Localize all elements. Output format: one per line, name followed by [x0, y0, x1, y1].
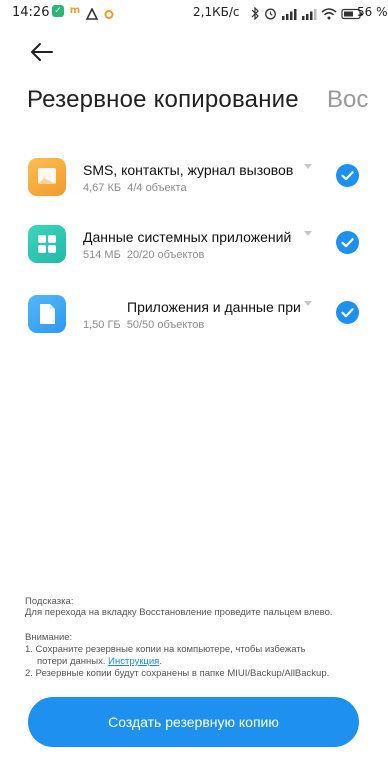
chevron-down-icon[interactable] — [304, 301, 312, 306]
tab-restore[interactable]: Вос — [327, 86, 368, 114]
status-time: 14:26 — [12, 5, 50, 20]
shield-app-icon: ✓ — [52, 5, 64, 17]
backup-item-sms[interactable]: SMS, контакты, журнал вызовов 4,67 КБ 4/… — [0, 158, 388, 218]
tab-strip: Резервное копирование Вос — [0, 82, 388, 122]
item-title: Приложения и данные при — [127, 299, 301, 315]
warning-text: потери данных. — [37, 656, 106, 667]
item-subtitle: 514 МБ 20/20 объектов — [83, 249, 204, 261]
item-subtitle: 1,50 ГБ 50/50 объектов — [83, 319, 204, 331]
item-title: SMS, контакты, журнал вызовов — [83, 162, 294, 178]
battery-percent-value: 56 — [357, 5, 373, 19]
message-icon — [28, 158, 66, 196]
backup-item-system-apps[interactable]: Данные системных приложений 514 МБ 20/20… — [0, 225, 388, 285]
warning-line-1: 1. Сохраните резервные копии на компьюте… — [25, 644, 306, 655]
item-size: 4,67 КБ — [83, 182, 122, 194]
system-icons — [251, 5, 363, 24]
warning-line-1b: потери данных. Инструкция. — [37, 656, 162, 667]
status-bar: 14:26 ✓ m 2,1КБ/с 56 % — [0, 0, 388, 26]
bluetooth-icon — [251, 5, 260, 24]
signal-2-icon — [301, 5, 317, 24]
tab-backup[interactable]: Резервное копирование — [27, 86, 299, 114]
warning-period: . — [159, 656, 162, 667]
grid-icon — [28, 225, 66, 263]
item-count: 20/20 объектов — [126, 249, 205, 261]
warning-line-2: 2. Резервные копии будут сохранены в пап… — [25, 668, 330, 679]
item-count: 50/50 объектов — [126, 319, 205, 331]
item-title: Данные системных приложений — [83, 229, 292, 245]
chevron-down-icon[interactable] — [304, 231, 312, 236]
backup-item-apps-data[interactable]: Приложения и данные при 1,50 ГБ 50/50 об… — [0, 295, 388, 355]
battery-percent: 56 % — [357, 5, 388, 19]
document-icon — [28, 295, 66, 333]
create-backup-button[interactable]: Создать резервную копию — [28, 697, 359, 747]
item-subtitle: 4,67 КБ 4/4 объекта — [83, 182, 187, 194]
item-checkbox[interactable] — [336, 231, 359, 254]
item-size: 514 МБ — [83, 249, 121, 261]
item-checkbox[interactable] — [336, 164, 359, 187]
checkmark-icon — [341, 238, 354, 248]
tip-label: Подсказка: — [25, 596, 74, 607]
delta-app-icon — [85, 5, 99, 20]
checkmark-icon — [341, 171, 354, 181]
item-checkbox[interactable] — [336, 301, 359, 324]
alarm-clock-icon — [264, 5, 277, 24]
battery-percent-suffix: % — [376, 5, 388, 19]
item-count: 4/4 объекта — [127, 182, 187, 194]
wifi-icon — [321, 5, 337, 24]
signal-1-icon — [281, 5, 297, 24]
arrow-left-icon — [31, 43, 53, 61]
m-app-icon: m — [69, 5, 81, 16]
network-speed: 2,1КБ/с — [193, 5, 240, 19]
notification-icons: ✓ m — [52, 5, 115, 20]
alarm-app-icon — [103, 5, 115, 19]
checkmark-icon — [341, 308, 354, 318]
warning-label: Внимание: — [25, 632, 73, 643]
tip-text: Для перехода на вкладку Восстановление п… — [25, 607, 333, 618]
chevron-down-icon[interactable] — [304, 164, 312, 169]
instruction-link[interactable]: Инструкция — [108, 656, 159, 667]
back-button[interactable] — [28, 40, 56, 64]
item-size: 1,50 ГБ — [83, 319, 121, 331]
